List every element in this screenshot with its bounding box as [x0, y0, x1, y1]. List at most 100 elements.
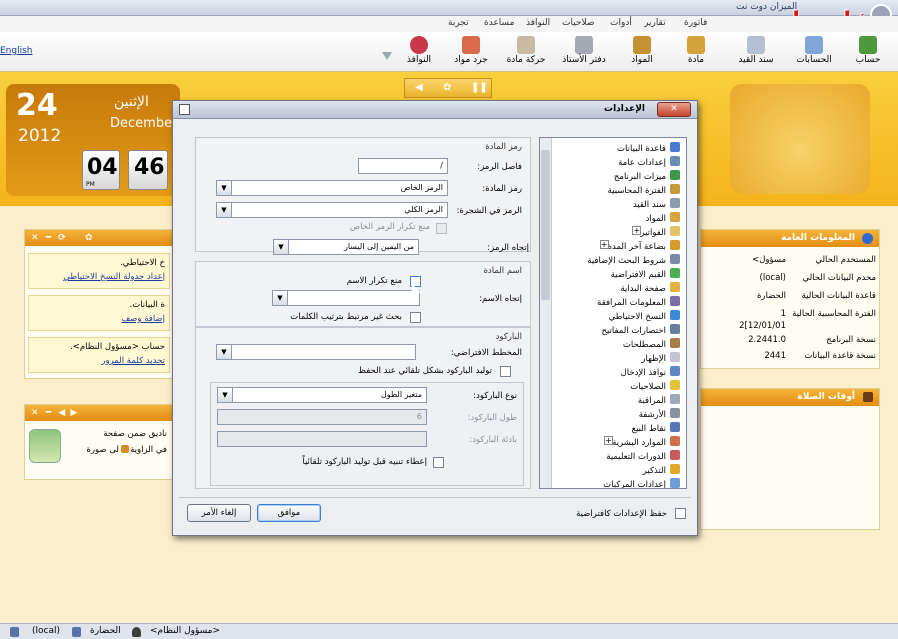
- day-number: 24: [16, 88, 58, 123]
- barcode-length-input[interactable]: 6: [217, 409, 427, 425]
- set-password-link[interactable]: تحديد كلمة المرور: [101, 356, 165, 366]
- close-icon[interactable]: ✕: [31, 233, 39, 243]
- prev-icon[interactable]: ◀: [415, 82, 423, 93]
- info-row-label: نسخة البرنامج: [826, 335, 876, 345]
- no-repeat-code-label: منع تكرار الرمز الخاص: [349, 222, 430, 232]
- database-icon: [72, 627, 81, 637]
- unordered-search-checkbox[interactable]: [410, 312, 421, 323]
- tree-item[interactable]: المراقبة: [638, 394, 680, 408]
- add-description-link[interactable]: إضافة وصف: [121, 314, 165, 324]
- tree-item-icon: [670, 142, 680, 152]
- prayer-times-header: أوقات الصلاة: [701, 389, 879, 406]
- barcode-prefix-input[interactable]: [217, 431, 427, 447]
- language-link[interactable]: English: [0, 46, 33, 56]
- toolbar-accounts-button[interactable]: الحسابات: [790, 34, 838, 65]
- menu-help[interactable]: مساعدة: [484, 18, 514, 28]
- tree-item[interactable]: قاعدة البيانات: [617, 142, 680, 156]
- pause-icon[interactable]: ❚❚: [471, 82, 488, 93]
- tree-item[interactable]: المعلومات المرافقة: [597, 296, 680, 310]
- code-direction-select[interactable]: ▼ من اليمين إلى اليسار: [273, 239, 419, 255]
- task-backup: خ الاحتياطي. إعداد جدولة النسخ الاحتياطي: [28, 253, 170, 289]
- toolbar-journal-button[interactable]: سند القيد: [730, 34, 782, 65]
- barcode-type-select[interactable]: ▼ متغير الطول: [217, 387, 427, 403]
- close-icon[interactable]: ✕: [31, 408, 39, 418]
- journal-icon: [747, 36, 765, 54]
- backup-schedule-link[interactable]: إعداد جدولة النسخ الاحتياطي: [63, 272, 165, 282]
- tree-item-icon: [670, 478, 680, 488]
- separator-input[interactable]: /: [358, 158, 448, 174]
- settings-icon[interactable]: ✿: [443, 82, 451, 93]
- tree-scrollbar[interactable]: [540, 138, 552, 488]
- tree-item[interactable]: الفترة المحاسبية: [608, 184, 680, 198]
- tree-item[interactable]: الدورات التعليمية: [606, 450, 680, 464]
- no-repeat-code-checkbox[interactable]: [436, 223, 447, 234]
- prev-icon[interactable]: ◀: [58, 408, 65, 418]
- next-icon[interactable]: ▶: [70, 408, 77, 418]
- menu-invoice[interactable]: فاتورة: [684, 18, 707, 28]
- cancel-button[interactable]: إلغاء الأمر: [187, 504, 251, 522]
- tree-item[interactable]: ميزات البرنامج: [614, 170, 680, 184]
- save-default-label: حفظ الإعدادات كافتراضية: [576, 509, 667, 519]
- tree-item-icon: [670, 184, 680, 194]
- ok-button[interactable]: موافق: [257, 504, 321, 522]
- save-default-checkbox[interactable]: [675, 508, 686, 519]
- tree-item[interactable]: نوافذ الإدخال: [621, 366, 680, 380]
- menu-tools[interactable]: أدوات: [610, 18, 632, 28]
- tree-scroll-thumb[interactable]: [541, 150, 550, 300]
- toolbar-items-button[interactable]: المواد: [620, 34, 664, 65]
- status-user: <مسؤول النظام>: [150, 626, 220, 636]
- name-direction-select[interactable]: ▼: [272, 290, 420, 306]
- minimize-icon[interactable]: ━: [46, 233, 51, 243]
- toolbar-overflow-icon[interactable]: [382, 52, 392, 60]
- default-scheme-select[interactable]: ▼: [216, 344, 416, 360]
- tree-item[interactable]: اختصارات المفاتيح: [602, 324, 680, 338]
- inventory-icon: [462, 36, 480, 54]
- tree-item[interactable]: إعدادات المركبات: [603, 478, 680, 488]
- expand-icon[interactable]: +: [632, 226, 642, 235]
- tree-item[interactable]: الفواتير +: [632, 226, 680, 240]
- minimize-icon[interactable]: ━: [46, 408, 51, 418]
- tree-item[interactable]: الإظهار: [641, 352, 680, 366]
- tips-panel-header: ✕ ━ ◀ ▶: [25, 405, 173, 421]
- toolbar-item-movement-button[interactable]: حركة مادة: [500, 34, 552, 65]
- menu-reports[interactable]: تقارير: [644, 18, 666, 28]
- tree-item[interactable]: صفحة البداية: [620, 282, 680, 296]
- tree-item[interactable]: بضاعة آخر المدة +: [599, 240, 680, 254]
- tree-code-select[interactable]: ▼ الرمز الكلي: [216, 202, 448, 218]
- toolbar-windows-button[interactable]: النوافذ: [396, 34, 442, 65]
- auto-generate-label: توليد الباركود بشكل تلقائي عند الحفظ: [358, 366, 492, 376]
- tree-item[interactable]: المواد: [646, 212, 680, 226]
- gear-icon[interactable]: ✿: [85, 233, 93, 243]
- refresh-icon[interactable]: ⟳: [58, 233, 66, 243]
- toolbar-item-button[interactable]: مادة: [674, 34, 718, 65]
- tree-item[interactable]: التذكير: [643, 464, 680, 478]
- menu-windows[interactable]: النوافذ: [526, 18, 550, 28]
- tree-item[interactable]: الصلاحيات: [630, 380, 680, 394]
- toolbar-inventory-button[interactable]: جرد مواد: [446, 34, 496, 65]
- tree-item[interactable]: إعدادات عامة: [618, 156, 680, 170]
- expand-icon[interactable]: +: [604, 436, 614, 445]
- accounts-icon: [805, 36, 823, 54]
- dialog-close-button[interactable]: ✕: [657, 102, 691, 117]
- code-select[interactable]: ▼ الرمز الخاص: [216, 180, 448, 196]
- tree-item-icon: [670, 240, 680, 250]
- tree-item[interactable]: سند القيد: [633, 198, 680, 212]
- tree-item-icon: [670, 198, 680, 208]
- tree-item[interactable]: المصطلحات: [623, 338, 680, 352]
- auto-generate-checkbox[interactable]: [500, 366, 511, 377]
- barcode-warn-checkbox[interactable]: [433, 457, 444, 468]
- tree-item[interactable]: نقاط البيع: [632, 422, 680, 436]
- toolbar-account-button[interactable]: حساب: [846, 34, 890, 65]
- tree-item[interactable]: شروط البحث الإضافية: [587, 254, 680, 268]
- tree-item[interactable]: القيم الافتراضية: [611, 268, 680, 282]
- menu-trial[interactable]: تجربة: [448, 18, 469, 28]
- tree-item[interactable]: النسخ الاحتياطي: [609, 310, 680, 324]
- expand-icon[interactable]: +: [599, 240, 609, 249]
- menu-permissions[interactable]: صلاحيات: [562, 18, 595, 28]
- menu-bar: فاتورة تقارير أدوات صلاحيات النوافذ مساع…: [0, 16, 898, 32]
- tree-item[interactable]: الأرشفة: [639, 408, 680, 422]
- toolbar-ledger-button[interactable]: دفتر الأستاذ: [556, 34, 612, 65]
- windows-icon: [410, 36, 428, 54]
- tree-item[interactable]: الموارد البشرية +: [604, 436, 680, 450]
- code-direction-label: إتجاه الرمز:: [487, 243, 529, 253]
